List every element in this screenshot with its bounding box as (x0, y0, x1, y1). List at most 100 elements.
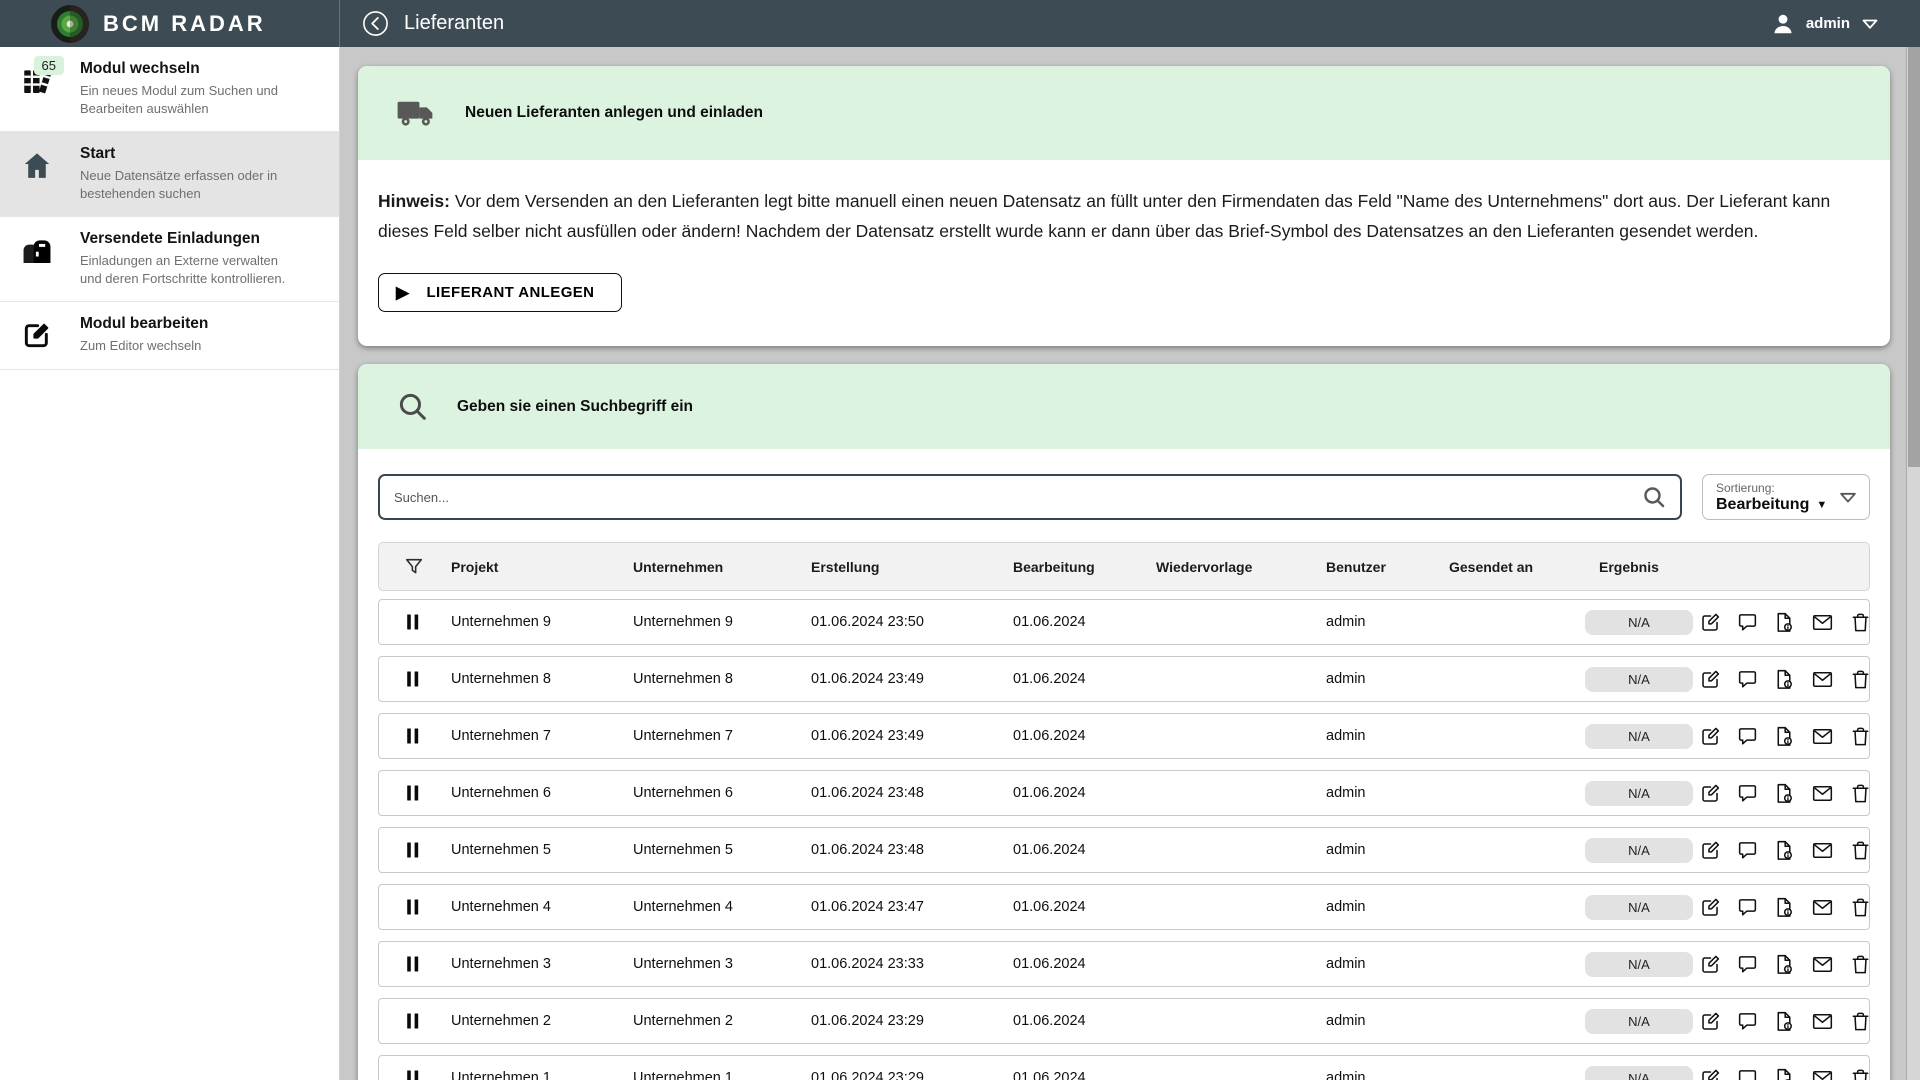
table-row[interactable]: Unternehmen 2 Unternehmen 2 01.06.2024 2… (378, 998, 1870, 1044)
radar-logo-icon (50, 4, 90, 44)
send-mail-button[interactable] (1810, 1067, 1835, 1080)
sidebar-item-versendete-einladungen[interactable]: Versendete Einladungen Einladungen an Ex… (0, 217, 339, 302)
table-row[interactable]: Unternehmen 9 Unternehmen 9 01.06.2024 2… (378, 599, 1870, 645)
delete-button[interactable] (1849, 782, 1872, 805)
edit-record-button[interactable] (1699, 782, 1722, 805)
comment-button[interactable] (1736, 611, 1759, 634)
send-mail-button[interactable] (1810, 953, 1835, 976)
cell-ergebnis: N/A (1585, 1066, 1693, 1080)
topbar-main: Lieferanten admin (340, 0, 1920, 47)
send-mail-button[interactable] (1810, 725, 1835, 748)
table-row[interactable]: Unternehmen 4 Unternehmen 4 01.06.2024 2… (378, 884, 1870, 930)
search-input-wrap (378, 474, 1682, 520)
send-mail-button[interactable] (1810, 668, 1835, 691)
edit-record-button[interactable] (1699, 611, 1722, 634)
comment-button[interactable] (1736, 1010, 1759, 1033)
search-input[interactable] (380, 476, 1641, 518)
file-info-button[interactable] (1773, 782, 1796, 805)
col-unternehmen: Unternehmen (633, 559, 811, 575)
delete-button[interactable] (1849, 611, 1872, 634)
col-gesendet-an: Gesendet an (1449, 559, 1599, 575)
delete-button[interactable] (1849, 1067, 1872, 1080)
create-supplier-button[interactable]: ▶ LIEFERANT ANLEGEN (378, 273, 622, 312)
table-row[interactable]: Unternehmen 7 Unternehmen 7 01.06.2024 2… (378, 713, 1870, 759)
vertical-scrollbar[interactable] (1906, 47, 1920, 1080)
delete-button[interactable] (1849, 896, 1872, 919)
edit-record-button[interactable] (1699, 668, 1722, 691)
search-card-header: Geben sie einen Suchbegriff ein (358, 364, 1890, 449)
sidebar-item-start[interactable]: Start Neue Datensätze erfassen oder in b… (0, 132, 339, 217)
table-row[interactable]: Unternehmen 6 Unternehmen 6 01.06.2024 2… (378, 770, 1870, 816)
table-row[interactable]: Unternehmen 8 Unternehmen 8 01.06.2024 2… (378, 656, 1870, 702)
cell-ergebnis: N/A (1585, 838, 1693, 863)
file-info-button[interactable] (1773, 1067, 1796, 1080)
scrollbar-thumb[interactable] (1908, 47, 1920, 467)
send-mail-button[interactable] (1810, 782, 1835, 805)
comment-button[interactable] (1736, 725, 1759, 748)
table-row[interactable]: Unternehmen 5 Unternehmen 5 01.06.2024 2… (378, 827, 1870, 873)
comment-button[interactable] (1736, 839, 1759, 862)
file-info-button[interactable] (1773, 953, 1796, 976)
cell-projekt: Unternehmen 7 (451, 728, 633, 744)
send-mail-button[interactable] (1810, 896, 1835, 919)
cell-unternehmen: Unternehmen 9 (633, 614, 811, 630)
col-bearbeitung: Bearbeitung (1013, 559, 1156, 575)
sort-dropdown[interactable]: Sortierung: Bearbeitung▼ (1702, 474, 1870, 520)
main-content: Neuen Lieferanten anlegen und einladen H… (340, 47, 1920, 1080)
table-row[interactable]: Unternehmen 1 Unternehmen 1 01.06.2024 2… (378, 1055, 1870, 1080)
app-title: BCM RADAR (103, 11, 266, 37)
delete-button[interactable] (1849, 668, 1872, 691)
delete-button[interactable] (1849, 839, 1872, 862)
edit-record-button[interactable] (1699, 839, 1722, 862)
comment-button[interactable] (1736, 782, 1759, 805)
edit-record-button[interactable] (1699, 953, 1722, 976)
delete-button[interactable] (1849, 725, 1872, 748)
cell-unternehmen: Unternehmen 8 (633, 671, 811, 687)
send-mail-button[interactable] (1810, 1010, 1835, 1033)
file-info-button[interactable] (1773, 611, 1796, 634)
suppliers-table: Projekt Unternehmen Erstellung Bearbeitu… (358, 542, 1890, 1080)
edit-icon (21, 319, 53, 355)
edit-record-button[interactable] (1699, 1067, 1722, 1080)
cell-ergebnis: N/A (1585, 1009, 1693, 1034)
file-info-button[interactable] (1773, 1010, 1796, 1033)
cell-bearbeitung: 01.06.2024 (1013, 956, 1156, 972)
sidebar-item-modul-bearbeiten[interactable]: Modul bearbeiten Zum Editor wechseln (0, 302, 339, 370)
send-mail-button[interactable] (1810, 839, 1835, 862)
cell-benutzer: admin (1326, 956, 1449, 972)
sidebar-item-modul-wechseln[interactable]: 65 Modul wechseln Ein neues Modul zum Su… (0, 47, 339, 132)
cell-projekt: Unternehmen 9 (451, 614, 633, 630)
edit-record-button[interactable] (1699, 725, 1722, 748)
back-button[interactable] (362, 10, 389, 37)
table-row[interactable]: Unternehmen 3 Unternehmen 3 01.06.2024 2… (378, 941, 1870, 987)
filter-funnel-icon[interactable] (379, 556, 451, 578)
comment-button[interactable] (1736, 1067, 1759, 1080)
delete-button[interactable] (1849, 953, 1872, 976)
sidebar-item-subtitle: Einladungen an Externe verwalten und der… (80, 252, 300, 287)
edit-record-button[interactable] (1699, 1010, 1722, 1033)
table-body: Unternehmen 9 Unternehmen 9 01.06.2024 2… (378, 599, 1870, 1080)
user-chevron-down-icon[interactable] (1860, 15, 1880, 32)
file-info-button[interactable] (1773, 668, 1796, 691)
cell-ergebnis: N/A (1585, 952, 1693, 977)
comment-button[interactable] (1736, 896, 1759, 919)
file-info-button[interactable] (1773, 839, 1796, 862)
search-submit-icon[interactable] (1641, 484, 1668, 511)
delete-button[interactable] (1849, 1010, 1872, 1033)
cell-bearbeitung: 01.06.2024 (1013, 899, 1156, 915)
user-menu[interactable]: admin (1770, 11, 1896, 37)
search-icon (396, 390, 430, 424)
file-info-button[interactable] (1773, 725, 1796, 748)
edit-record-button[interactable] (1699, 896, 1722, 919)
file-info-button[interactable] (1773, 896, 1796, 919)
sort-chevron-down-icon (1837, 488, 1859, 506)
comment-button[interactable] (1736, 668, 1759, 691)
cell-projekt: Unternehmen 8 (451, 671, 633, 687)
table-header-row: Projekt Unternehmen Erstellung Bearbeitu… (378, 542, 1870, 591)
pause-icon (379, 840, 451, 860)
pause-icon (379, 954, 451, 974)
send-mail-button[interactable] (1810, 611, 1835, 634)
module-count-badge: 65 (34, 56, 64, 75)
cell-benutzer: admin (1326, 671, 1449, 687)
comment-button[interactable] (1736, 953, 1759, 976)
